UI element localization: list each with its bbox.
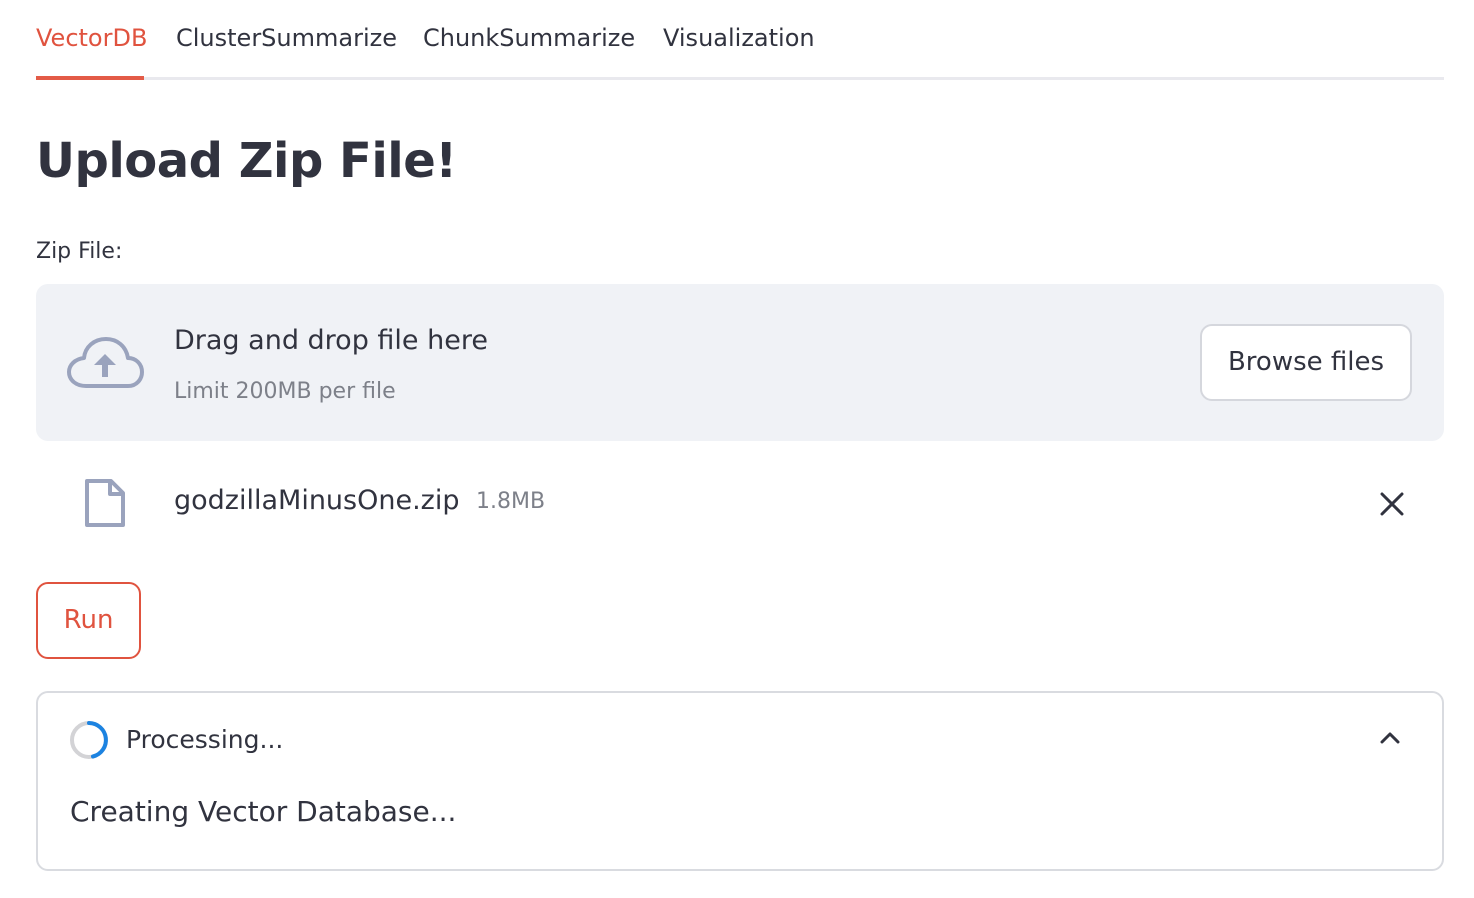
- uploaded-file-size: 1.8MB: [476, 489, 546, 514]
- zip-file-label: Zip File:: [36, 239, 123, 264]
- dropzone-instructions: Drag and drop file here: [174, 325, 488, 356]
- uploaded-file-name: godzillaMinusOne.zip: [174, 485, 460, 516]
- status-expander[interactable]: [36, 691, 1444, 871]
- spinner-icon: [70, 721, 108, 759]
- dropzone-limit: Limit 200MB per file: [174, 379, 396, 404]
- status-title: Processing...: [126, 725, 284, 754]
- browse-files-button[interactable]: Browse files: [1200, 324, 1412, 401]
- active-tab-indicator: [36, 76, 144, 80]
- tab-chunksummarize[interactable]: ChunkSummarize: [423, 20, 635, 56]
- close-icon[interactable]: [1374, 486, 1410, 522]
- tab-bar: VectorDB ClusterSummarize ChunkSummarize…: [36, 0, 1444, 80]
- tab-clustersummarize[interactable]: ClusterSummarize: [176, 20, 397, 56]
- tab-vectordb[interactable]: VectorDB: [36, 20, 147, 56]
- cloud-upload-icon: [67, 337, 144, 388]
- status-message: Creating Vector Database...: [70, 795, 457, 828]
- run-button[interactable]: Run: [36, 582, 141, 659]
- app-root: VectorDB ClusterSummarize ChunkSummarize…: [0, 0, 1474, 898]
- chevron-up-icon[interactable]: [1374, 722, 1406, 754]
- tab-visualization[interactable]: Visualization: [663, 20, 815, 56]
- page-title: Upload Zip File!: [36, 133, 457, 189]
- file-icon: [85, 479, 125, 527]
